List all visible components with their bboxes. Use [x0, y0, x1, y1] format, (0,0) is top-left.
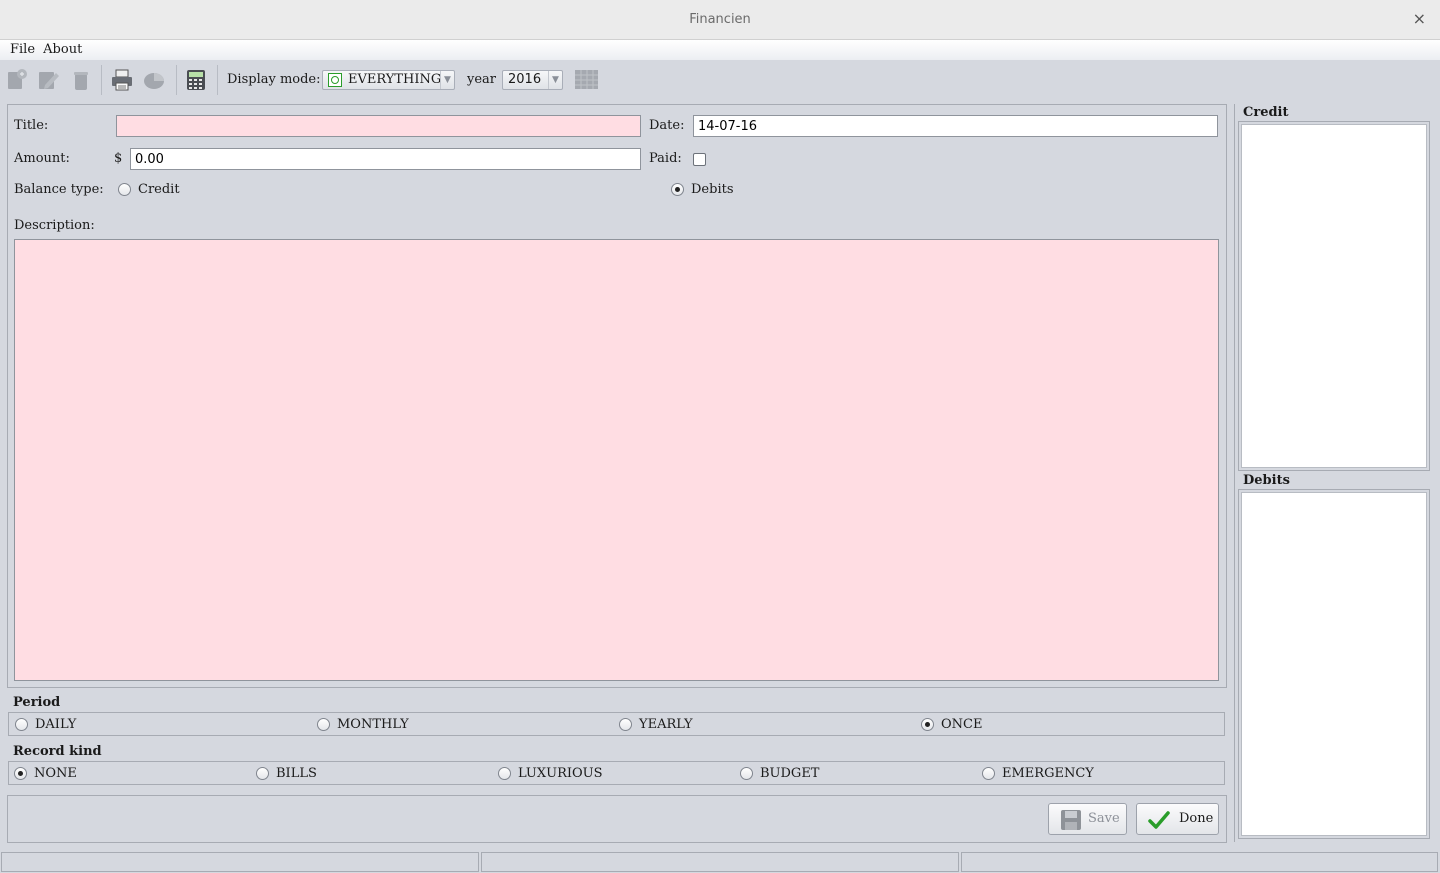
- toolbar: Display mode: EVERYTHING ▼ year 2016 ▼: [0, 60, 1440, 100]
- chart-icon[interactable]: [142, 68, 166, 92]
- window-title-bar: Financien: [0, 0, 1440, 40]
- period-yearly-radio[interactable]: [619, 718, 632, 731]
- kind-emergency-radio[interactable]: [982, 767, 995, 780]
- kind-budget-radio[interactable]: [740, 767, 753, 780]
- period-group: [8, 712, 1225, 736]
- menu-bar: File About: [0, 40, 1440, 60]
- balance-debits-label: Debits: [691, 182, 734, 197]
- status-cell-left: [1, 852, 479, 872]
- display-mode-select[interactable]: EVERYTHING ▼: [322, 70, 455, 90]
- print-icon[interactable]: [110, 68, 134, 92]
- period-title: Period: [13, 695, 61, 710]
- toolbar-separator: [217, 65, 218, 95]
- save-icon: [1061, 810, 1081, 830]
- paid-checkbox[interactable]: [693, 153, 706, 166]
- calendar-icon[interactable]: [575, 70, 598, 89]
- debits-list-frame: [1238, 489, 1430, 839]
- date-input[interactable]: [693, 115, 1218, 137]
- period-yearly-label: YEARLY: [639, 717, 693, 732]
- delete-record-icon[interactable]: [69, 68, 93, 92]
- period-monthly-radio[interactable]: [317, 718, 330, 731]
- balance-credit-radio[interactable]: [118, 183, 131, 196]
- status-cell-middle: [481, 852, 959, 872]
- display-mode-label: Display mode:: [227, 72, 321, 87]
- title-label: Title:: [14, 118, 49, 133]
- save-button[interactable]: Save: [1048, 803, 1127, 835]
- toolbar-separator: [101, 65, 102, 95]
- window-title: Financien: [689, 12, 751, 27]
- toolbar-separator: [176, 65, 177, 95]
- kind-budget-label: BUDGET: [760, 766, 820, 781]
- credit-list[interactable]: [1241, 124, 1427, 468]
- balance-credit-label: Credit: [138, 182, 180, 197]
- debits-list[interactable]: [1241, 492, 1427, 836]
- date-label: Date:: [649, 118, 685, 133]
- button-panel: [7, 795, 1227, 843]
- chevron-down-icon: ▼: [548, 71, 562, 89]
- kind-bills-label: BILLS: [276, 766, 317, 781]
- done-button[interactable]: Done: [1136, 803, 1219, 835]
- kind-luxurious-radio[interactable]: [498, 767, 511, 780]
- kind-bills-radio[interactable]: [256, 767, 269, 780]
- year-select[interactable]: 2016 ▼: [502, 70, 563, 90]
- year-value: 2016: [508, 72, 542, 87]
- progress-bar: [961, 852, 1438, 872]
- save-button-label: Save: [1088, 811, 1120, 826]
- done-button-label: Done: [1179, 811, 1214, 826]
- edit-record-icon[interactable]: [37, 68, 61, 92]
- display-mode-value: EVERYTHING: [348, 72, 442, 87]
- credit-list-frame: [1238, 121, 1430, 471]
- amount-input[interactable]: [130, 148, 641, 170]
- checkmark-icon: [1148, 810, 1170, 830]
- credit-list-title: Credit: [1243, 105, 1289, 120]
- description-textarea[interactable]: [14, 239, 1219, 681]
- description-label: Description:: [14, 218, 95, 233]
- kind-luxurious-label: LUXURIOUS: [518, 766, 603, 781]
- menu-file[interactable]: File: [6, 40, 35, 60]
- title-input[interactable]: [116, 115, 641, 137]
- calculator-icon[interactable]: [184, 68, 208, 92]
- year-label: year: [467, 72, 497, 87]
- new-record-icon[interactable]: [5, 68, 29, 92]
- side-divider: [1234, 104, 1235, 842]
- balance-type-label: Balance type:: [14, 182, 104, 197]
- kind-none-label: NONE: [34, 766, 77, 781]
- period-daily-label: DAILY: [35, 717, 77, 732]
- chevron-down-icon: ▼: [440, 71, 454, 89]
- period-daily-radio[interactable]: [15, 718, 28, 731]
- balance-debits-radio[interactable]: [671, 183, 684, 196]
- kind-emergency-label: EMERGENCY: [1002, 766, 1094, 781]
- debits-list-title: Debits: [1243, 473, 1290, 488]
- amount-label: Amount:: [14, 151, 70, 166]
- close-window-button[interactable]: ×: [1413, 0, 1426, 40]
- period-monthly-label: MONTHLY: [337, 717, 409, 732]
- paid-label: Paid:: [649, 151, 682, 166]
- everything-icon: [328, 73, 342, 87]
- period-once-radio[interactable]: [921, 718, 934, 731]
- menu-about[interactable]: About: [39, 40, 82, 60]
- kind-none-radio[interactable]: [14, 767, 27, 780]
- period-once-label: ONCE: [941, 717, 983, 732]
- record-kind-title: Record kind: [13, 744, 102, 759]
- currency-symbol: $: [114, 151, 123, 166]
